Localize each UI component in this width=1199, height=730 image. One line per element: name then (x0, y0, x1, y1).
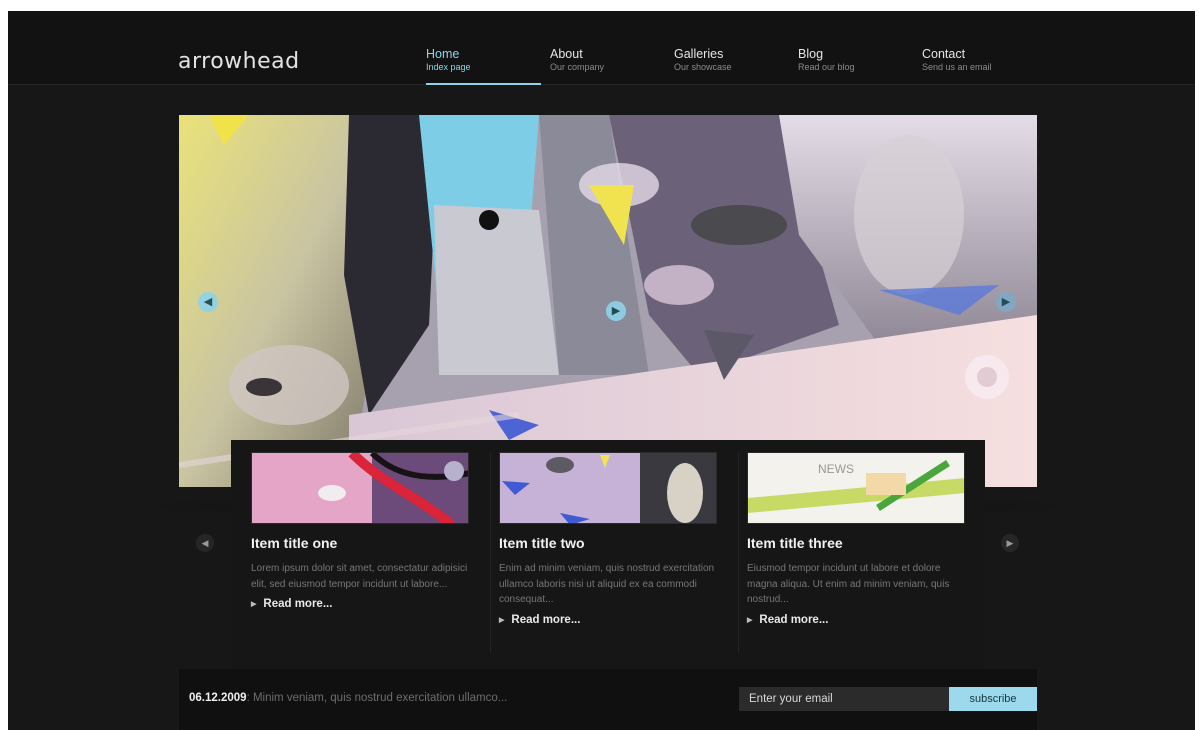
email-field[interactable] (739, 687, 949, 711)
subscribe-button[interactable]: subscribe (949, 687, 1037, 711)
item-thumbnail[interactable] (499, 452, 717, 524)
divider (490, 452, 491, 654)
bullet-arrow-icon: ▶ (747, 616, 753, 624)
hero-play-button[interactable]: ▶ (606, 301, 626, 321)
featured-item: Item title two Enim ad minim veniam, qui… (499, 452, 717, 626)
nav-subtitle: Our showcase (674, 62, 732, 72)
nav-title: Contact (922, 47, 966, 61)
item-title: Item title three (747, 535, 843, 551)
featured-prev-arrow-icon[interactable]: ◀ (196, 534, 214, 552)
news-date: 06.12.2009 (189, 692, 247, 704)
news-label: NEWS (818, 462, 854, 476)
nav-title: Home (426, 47, 460, 61)
featured-items: Item title one Lorem ipsum dolor sit ame… (231, 440, 985, 672)
news-text: : Minim veniam, quis nostrud exercitatio… (246, 692, 508, 704)
item-thumbnail[interactable]: NEWS (747, 452, 965, 524)
read-more-label: Read more... (759, 613, 829, 626)
nav-title: Blog (798, 47, 824, 61)
hero-collage-image (179, 115, 1037, 487)
latest-news[interactable]: 06.12.2009: Minim veniam, quis nostrud e… (189, 692, 507, 704)
bullet-arrow-icon: ▶ (499, 616, 505, 624)
item-title: Item title two (499, 535, 585, 551)
featured-item: Item title one Lorem ipsum dolor sit ame… (251, 452, 469, 610)
nav-title: Galleries (674, 47, 724, 61)
nav-subtitle: Read our blog (798, 62, 855, 72)
item-title: Item title one (251, 535, 338, 551)
hero-prev-button[interactable]: ◀ (198, 292, 218, 312)
read-more-link[interactable]: ▶ Read more... (499, 614, 717, 626)
read-more-label: Read more... (263, 598, 333, 610)
nav-subtitle: Our company (550, 62, 605, 72)
divider (738, 452, 739, 654)
item-description: Enim ad minim veniam, quis nostrud exerc… (499, 563, 715, 605)
nav-subtitle: Index page (426, 62, 471, 72)
header: arrowhead Home Index page About Our comp… (8, 11, 1195, 85)
page-frame: arrowhead Home Index page About Our comp… (8, 11, 1195, 730)
nav-item-contact[interactable]: Contact Send us an email (922, 47, 1046, 85)
item-description: Lorem ipsum dolor sit amet, consectatur … (251, 563, 468, 590)
bullet-arrow-icon: ▶ (251, 601, 257, 608)
read-more-label: Read more... (511, 613, 581, 626)
read-more-link[interactable]: ▶ Read more... (747, 614, 965, 626)
footer-bar: 06.12.2009: Minim veniam, quis nostrud e… (179, 669, 1037, 730)
hero-slideshow: ◀ ▶ ▶ (179, 115, 1037, 487)
nav-title: About (550, 47, 583, 61)
featured-next-arrow-icon[interactable]: ▶ (1001, 534, 1019, 552)
item-thumbnail[interactable] (251, 452, 469, 524)
main-nav: Home Index page About Our company Galler… (426, 47, 1046, 85)
nav-item-about[interactable]: About Our company (550, 47, 674, 85)
nav-subtitle: Send us an email (922, 62, 992, 72)
logo[interactable]: arrowhead (178, 49, 300, 74)
featured-item: NEWS Item title three Eiusmod tempor inc… (747, 452, 965, 626)
nav-item-galleries[interactable]: Galleries Our showcase (674, 47, 798, 85)
nav-item-home[interactable]: Home Index page (426, 47, 550, 85)
nav-item-blog[interactable]: Blog Read our blog (798, 47, 922, 85)
item-description: Eiusmod tempor incidunt ut labore et dol… (747, 563, 950, 605)
hero-next-button[interactable]: ▶ (996, 292, 1016, 312)
read-more-link[interactable]: ▶ Read more... (251, 598, 469, 610)
